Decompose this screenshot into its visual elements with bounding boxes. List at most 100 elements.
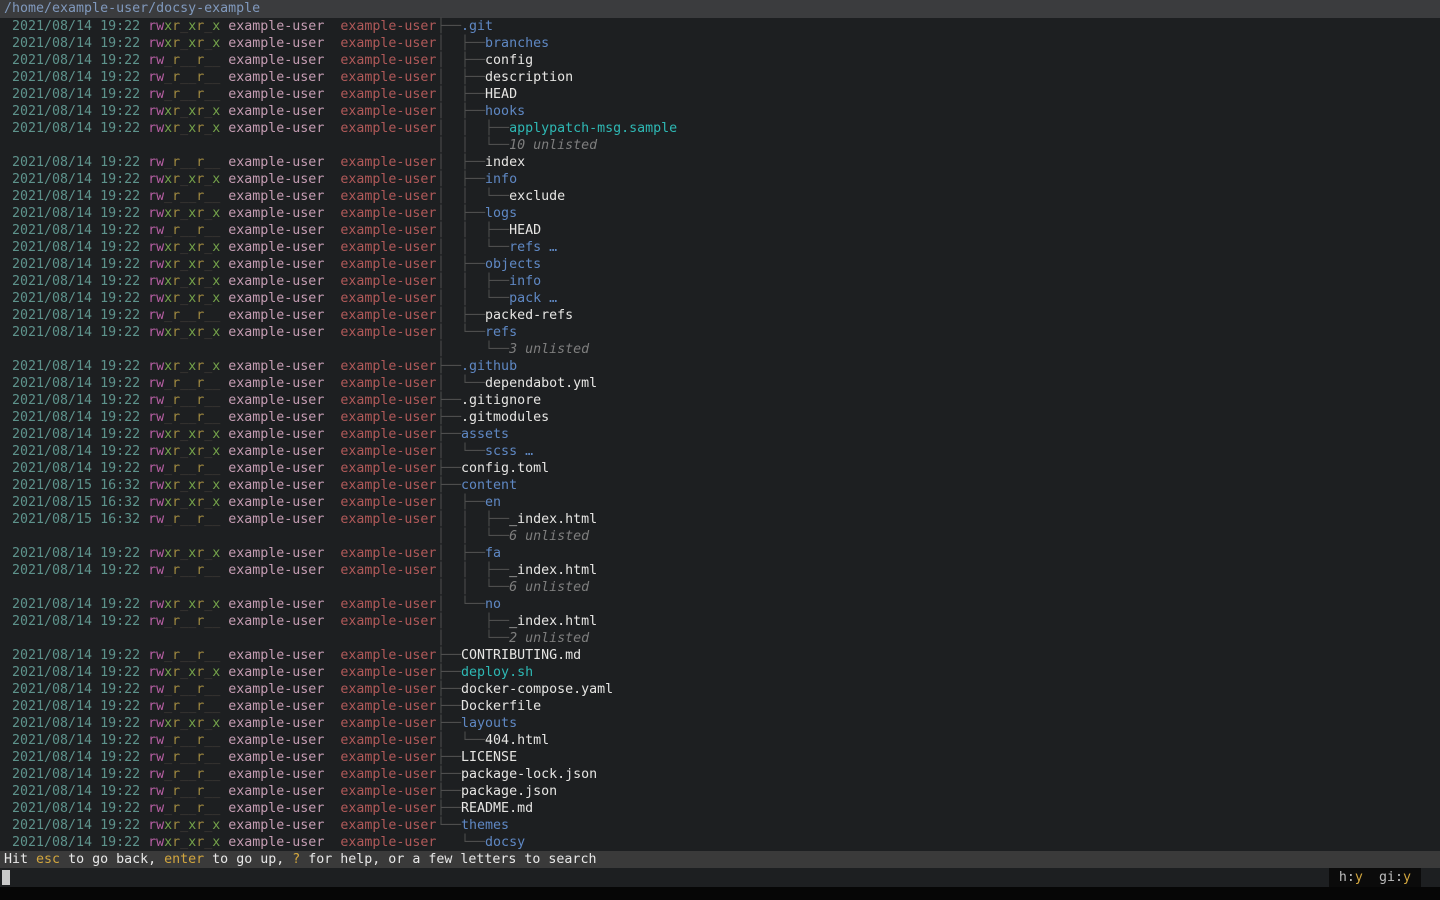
tree-row[interactable]: 2021/08/14 19:22 rwxr_xr_x example-user … xyxy=(4,290,1440,307)
tree-file-name[interactable]: packed-refs xyxy=(485,308,573,323)
file-group: example-user xyxy=(324,155,436,170)
perm-char: _ xyxy=(164,784,172,799)
tree-row[interactable]: 2021/08/14 19:22 rwxr_xr_x example-user … xyxy=(4,817,1440,834)
tree-row[interactable]: 2021/08/14 19:22 rwxr_xr_x example-user … xyxy=(4,171,1440,188)
tree-file-name[interactable]: CONTRIBUTING.md xyxy=(461,648,581,663)
search-input[interactable]: h:y gi:y xyxy=(0,868,1440,887)
tree-executable-name[interactable]: applypatch-msg.sample xyxy=(509,121,677,136)
tree-directory-name[interactable]: scss … xyxy=(485,444,533,459)
tree-row[interactable]: │ │ └──6 unlisted xyxy=(4,579,1440,596)
tree-row[interactable]: 2021/08/14 19:22 rwxr_xr_x example-user … xyxy=(4,120,1440,137)
tree-file-name[interactable]: config.toml xyxy=(461,461,549,476)
tree-file-name[interactable]: index xyxy=(485,155,525,170)
tree-row[interactable]: 2021/08/14 19:22 rwxr_xr_x example-user … xyxy=(4,443,1440,460)
tree-row[interactable]: 2021/08/14 19:22 rw_r__r__ example-user … xyxy=(4,154,1440,171)
tree-file-name[interactable]: .gitignore xyxy=(461,393,541,408)
tree-row[interactable]: 2021/08/14 19:22 rwxr_xr_x example-user … xyxy=(4,35,1440,52)
tree-row[interactable]: 2021/08/14 19:22 rw_r__r__ example-user … xyxy=(4,732,1440,749)
tree-row[interactable]: 2021/08/14 19:22 rwxr_xr_x example-user … xyxy=(4,18,1440,35)
tree-row[interactable]: 2021/08/14 19:22 rw_r__r__ example-user … xyxy=(4,800,1440,817)
tree-file-name[interactable]: dependabot.yml xyxy=(485,376,597,391)
tree-row[interactable]: 2021/08/14 19:22 rw_r__r__ example-user … xyxy=(4,392,1440,409)
tree-directory-name[interactable]: info xyxy=(509,274,541,289)
tree-file-name[interactable]: docker-compose.yaml xyxy=(461,682,613,697)
tree-row[interactable]: │ └──3 unlisted xyxy=(4,341,1440,358)
tree-row[interactable]: 2021/08/14 19:22 rwxr_xr_x example-user … xyxy=(4,596,1440,613)
tree-file-name[interactable]: exclude xyxy=(509,189,565,204)
tree-row[interactable]: 2021/08/14 19:22 rwxr_xr_x example-user … xyxy=(4,426,1440,443)
tree-row[interactable]: 2021/08/14 19:22 rw_r__r__ example-user … xyxy=(4,562,1440,579)
tree-row[interactable]: 2021/08/14 19:22 rw_r__r__ example-user … xyxy=(4,222,1440,239)
path-bar: /home/example-user/docsy-example xyxy=(0,0,1440,18)
tree-row[interactable]: 2021/08/14 19:22 rwxr_xr_x example-user … xyxy=(4,205,1440,222)
tree-row[interactable]: 2021/08/14 19:22 rw_r__r__ example-user … xyxy=(4,783,1440,800)
tree-directory-name[interactable]: hooks xyxy=(485,104,525,119)
tree-directory-name[interactable]: no xyxy=(485,597,501,612)
tree-directory-name[interactable]: objects xyxy=(485,257,541,272)
tree-row[interactable]: 2021/08/15 16:32 rwxr_xr_x example-user … xyxy=(4,494,1440,511)
tree-file-name[interactable]: package-lock.json xyxy=(461,767,597,782)
tree-row[interactable]: 2021/08/14 19:22 rw_r__r__ example-user … xyxy=(4,749,1440,766)
tree-row[interactable]: 2021/08/14 19:22 rw_r__r__ example-user … xyxy=(4,681,1440,698)
tree-file-name[interactable]: HEAD xyxy=(485,87,517,102)
tree-directory-name[interactable]: layouts xyxy=(461,716,517,731)
tree-row[interactable]: 2021/08/14 19:22 rwxr_xr_x example-user … xyxy=(4,324,1440,341)
tree-row[interactable]: 2021/08/14 19:22 rw_r__r__ example-user … xyxy=(4,613,1440,630)
tree-directory-name[interactable]: fa xyxy=(485,546,501,561)
tree-file-name[interactable]: description xyxy=(485,70,573,85)
tree-row[interactable]: 2021/08/14 19:22 rwxr_xr_x example-user … xyxy=(4,256,1440,273)
tree-row[interactable]: 2021/08/15 16:32 rw_r__r__ example-user … xyxy=(4,511,1440,528)
tree-row[interactable]: 2021/08/14 19:22 rw_r__r__ example-user … xyxy=(4,375,1440,392)
tree-directory-name[interactable]: logs xyxy=(485,206,517,221)
tree-row[interactable]: 2021/08/14 19:22 rw_r__r__ example-user … xyxy=(4,69,1440,86)
tree-row[interactable]: │ │ └──10 unlisted xyxy=(4,137,1440,154)
tree-row[interactable]: 2021/08/14 19:22 rwxr_xr_x example-user … xyxy=(4,273,1440,290)
tree-row[interactable]: 2021/08/14 19:22 rw_r__r__ example-user … xyxy=(4,698,1440,715)
tree-row[interactable]: │ │ └──6 unlisted xyxy=(4,528,1440,545)
tree-file-name[interactable]: LICENSE xyxy=(461,750,517,765)
tree-row[interactable]: 2021/08/14 19:22 rw_r__r__ example-user … xyxy=(4,460,1440,477)
tree-row[interactable]: 2021/08/14 19:22 rwxr_xr_x example-user … xyxy=(4,834,1440,851)
tree-file-name[interactable]: README.md xyxy=(461,801,533,816)
tree-row[interactable]: 2021/08/14 19:22 rw_r__r__ example-user … xyxy=(4,647,1440,664)
tree-directory-name[interactable]: .github xyxy=(461,359,517,374)
perm-char: r xyxy=(172,699,180,714)
tree-row[interactable]: 2021/08/14 19:22 rwxr_xr_x example-user … xyxy=(4,715,1440,732)
tree-row[interactable]: 2021/08/14 19:22 rwxr_xr_x example-user … xyxy=(4,545,1440,562)
tree-directory-name[interactable]: assets xyxy=(461,427,509,442)
flags-panel: h:y gi:y xyxy=(1329,868,1421,887)
tree-directory-name[interactable]: refs xyxy=(485,325,517,340)
tree-file-name[interactable]: HEAD xyxy=(509,223,541,238)
tree-directory-name[interactable]: content xyxy=(461,478,517,493)
tree-row[interactable]: 2021/08/14 19:22 rw_r__r__ example-user … xyxy=(4,307,1440,324)
tree-row[interactable]: 2021/08/14 19:22 rwxr_xr_x example-user … xyxy=(4,239,1440,256)
tree-file-name[interactable]: 404.html xyxy=(485,733,549,748)
tree-directory-name[interactable]: info xyxy=(485,172,517,187)
tree-file-name[interactable]: .gitmodules xyxy=(461,410,549,425)
tree-directory-name[interactable]: branches xyxy=(485,36,549,51)
tree-directory-name[interactable]: .git xyxy=(461,19,493,34)
tree-row[interactable]: │ └──2 unlisted xyxy=(4,630,1440,647)
tree-file-name[interactable]: Dockerfile xyxy=(461,699,541,714)
tree-row[interactable]: 2021/08/15 16:32 rwxr_xr_x example-user … xyxy=(4,477,1440,494)
tree-row[interactable]: 2021/08/14 19:22 rw_r__r__ example-user … xyxy=(4,86,1440,103)
tree-file-name[interactable]: config xyxy=(485,53,533,68)
tree-file-name[interactable]: _index.html xyxy=(509,512,597,527)
tree-file-name[interactable]: _index.html xyxy=(509,614,597,629)
tree-row[interactable]: 2021/08/14 19:22 rw_r__r__ example-user … xyxy=(4,188,1440,205)
tree-directory-name[interactable]: refs … xyxy=(509,240,557,255)
tree-executable-name[interactable]: deploy.sh xyxy=(461,665,533,680)
tree-file-name[interactable]: package.json xyxy=(461,784,557,799)
tree-directory-name[interactable]: pack … xyxy=(509,291,557,306)
tree-row[interactable]: 2021/08/14 19:22 rw_r__r__ example-user … xyxy=(4,409,1440,426)
tree-row[interactable]: 2021/08/14 19:22 rw_r__r__ example-user … xyxy=(4,52,1440,69)
tree-row[interactable]: 2021/08/14 19:22 rw_r__r__ example-user … xyxy=(4,766,1440,783)
tree-directory-name[interactable]: docsy xyxy=(485,835,525,850)
tree-row[interactable]: 2021/08/14 19:22 rwxr_xr_x example-user … xyxy=(4,358,1440,375)
tree-directory-name[interactable]: themes xyxy=(461,818,509,833)
tree-file-name[interactable]: _index.html xyxy=(509,563,597,578)
perm-char: r xyxy=(172,70,180,85)
tree-directory-name[interactable]: en xyxy=(485,495,501,510)
tree-row[interactable]: 2021/08/14 19:22 rwxr_xr_x example-user … xyxy=(4,103,1440,120)
tree-row[interactable]: 2021/08/14 19:22 rwxr_xr_x example-user … xyxy=(4,664,1440,681)
